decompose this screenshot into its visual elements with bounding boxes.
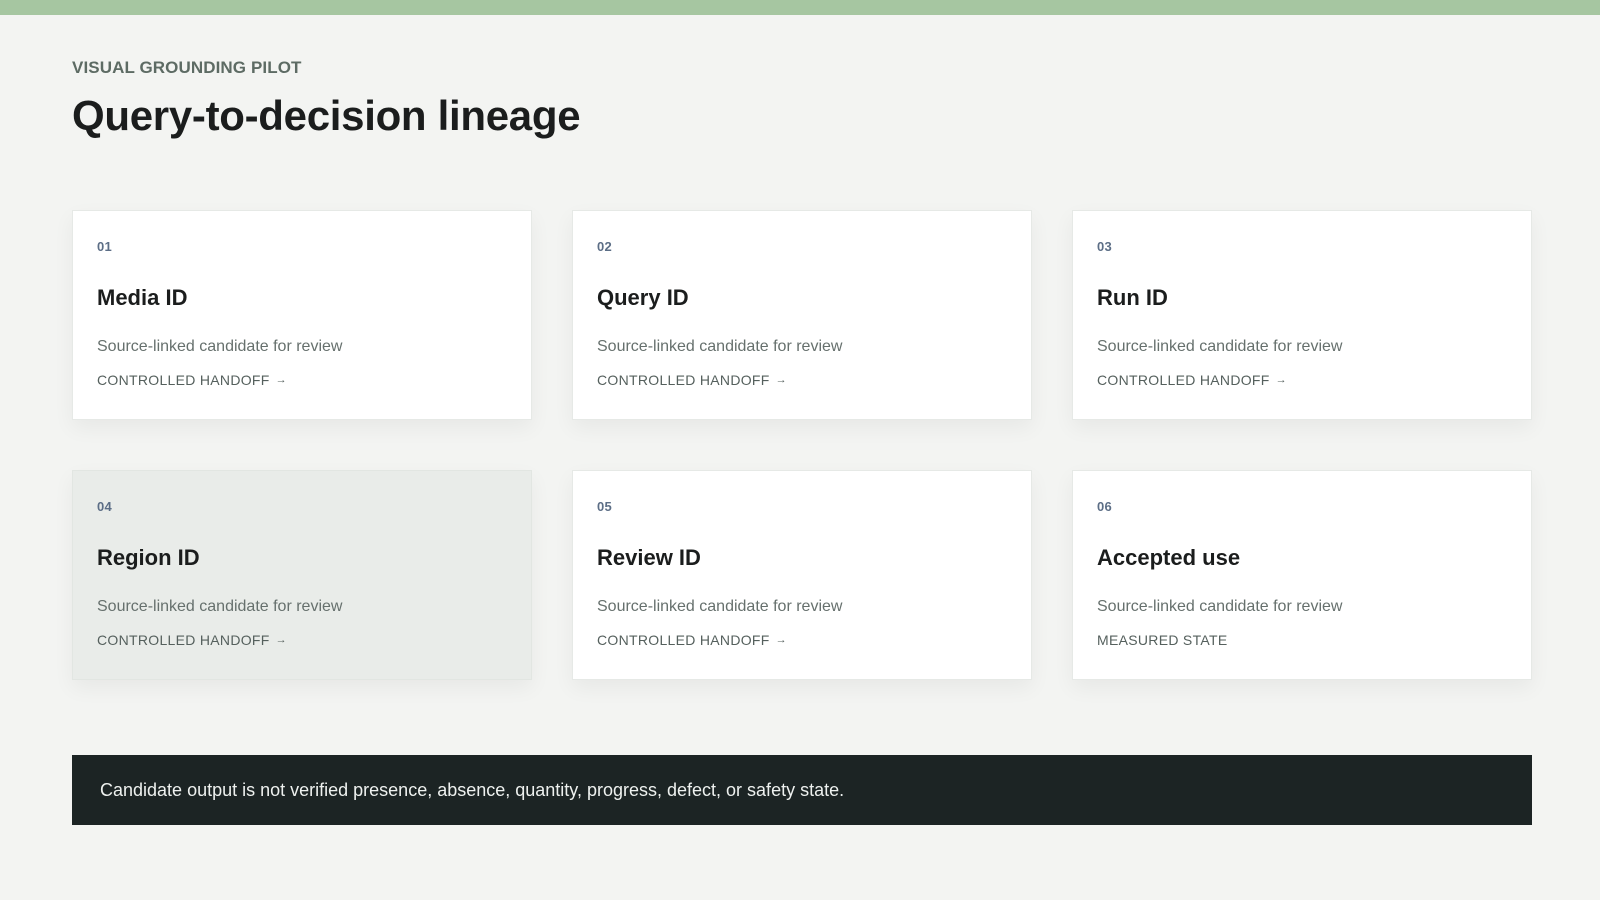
right-arrow-icon: →	[275, 634, 287, 646]
card-tag-link[interactable]: CONTROLLED HANDOFF →	[97, 371, 507, 389]
card-number: 06	[1097, 499, 1113, 514]
card-tag-label: CONTROLLED HANDOFF	[597, 632, 770, 648]
right-arrow-icon: →	[775, 374, 787, 386]
right-arrow-icon: →	[275, 374, 287, 386]
card-media-id[interactable]: 01 Media ID Source-linked candidate for …	[72, 210, 532, 420]
right-arrow-icon: →	[775, 634, 787, 646]
card-description: Source-linked candidate for review	[597, 598, 843, 615]
card-review-id[interactable]: 05 Review ID Source-linked candidate for…	[572, 470, 1032, 680]
card-title: Run ID	[1097, 285, 1168, 310]
page-title: Query-to-decision lineage	[72, 92, 581, 139]
card-tag-label: MEASURED STATE	[1097, 632, 1228, 648]
card-tag-label: CONTROLLED HANDOFF	[597, 372, 770, 388]
page: VISUAL GROUNDING PILOT Query-to-decision…	[72, 0, 1532, 900]
card-description: Source-linked candidate for review	[1097, 598, 1343, 615]
card-region-id[interactable]: 04 Region ID Source-linked candidate for…	[72, 470, 532, 680]
card-title: Review ID	[597, 545, 701, 570]
card-number: 05	[597, 499, 613, 514]
right-arrow-icon: →	[1275, 374, 1287, 386]
card-tag-label: CONTROLLED HANDOFF	[97, 372, 270, 388]
card-tag-link[interactable]: CONTROLLED HANDOFF →	[97, 631, 507, 649]
card-number: 02	[597, 239, 613, 254]
card-description: Source-linked candidate for review	[597, 338, 843, 355]
card-number: 04	[97, 499, 113, 514]
card-description: Source-linked candidate for review	[97, 338, 343, 355]
card-title: Media ID	[97, 285, 188, 310]
card-run-id[interactable]: 03 Run ID Source-linked candidate for re…	[1072, 210, 1532, 420]
card-number: 01	[97, 239, 113, 254]
card-tag-label: CONTROLLED HANDOFF	[1097, 372, 1270, 388]
disclaimer-text: Candidate output is not verified presenc…	[100, 779, 845, 800]
card-tag-link[interactable]: CONTROLLED HANDOFF →	[597, 631, 1007, 649]
card-title: Region ID	[97, 545, 200, 570]
page-eyebrow: VISUAL GROUNDING PILOT	[72, 58, 302, 77]
card-number: 03	[1097, 239, 1113, 254]
card-query-id[interactable]: 02 Query ID Source-linked candidate for …	[572, 210, 1032, 420]
card-tag-label: CONTROLLED HANDOFF	[97, 632, 270, 648]
lineage-card-grid: 01 Media ID Source-linked candidate for …	[72, 210, 1532, 680]
card-tag-link[interactable]: CONTROLLED HANDOFF →	[1097, 371, 1507, 389]
card-description: Source-linked candidate for review	[97, 598, 343, 615]
disclaimer-banner: Candidate output is not verified presenc…	[72, 755, 1532, 825]
card-accepted-use[interactable]: 06 Accepted use Source-linked candidate …	[1072, 470, 1532, 680]
card-description: Source-linked candidate for review	[1097, 338, 1343, 355]
card-title: Accepted use	[1097, 545, 1241, 570]
card-title: Query ID	[597, 285, 689, 310]
card-tag-link[interactable]: CONTROLLED HANDOFF →	[597, 371, 1007, 389]
card-tag-status: MEASURED STATE	[1097, 631, 1507, 649]
